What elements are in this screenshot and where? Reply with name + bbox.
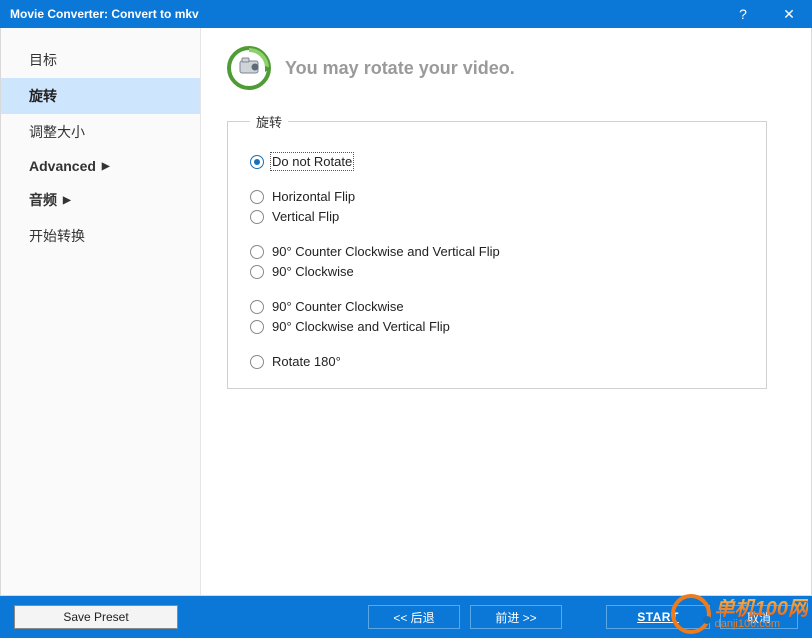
- sidebar-item-label: Advanced: [29, 158, 96, 174]
- page-header: You may rotate your video.: [227, 46, 785, 90]
- save-preset-button[interactable]: Save Preset: [14, 605, 178, 629]
- radio-label: 90° Counter Clockwise and Vertical Flip: [272, 244, 500, 259]
- radio-label: Rotate 180°: [272, 354, 341, 369]
- radio-label: Do not Rotate: [272, 154, 352, 169]
- rotate-option-0[interactable]: Do not Rotate: [250, 154, 750, 169]
- back-button[interactable]: << 后退: [368, 605, 460, 629]
- radio-icon: [250, 320, 264, 334]
- start-button[interactable]: START: [606, 605, 710, 629]
- sidebar-item-4[interactable]: 音频 ▶: [1, 182, 200, 218]
- radio-label: Vertical Flip: [272, 209, 339, 224]
- window-title: Movie Converter: Convert to mkv: [10, 7, 199, 21]
- radio-icon: [250, 155, 264, 169]
- close-button[interactable]: ✕: [766, 0, 812, 28]
- next-button[interactable]: 前进 >>: [470, 605, 562, 629]
- sidebar-item-1[interactable]: 旋转: [1, 78, 200, 114]
- cancel-button[interactable]: 取消: [720, 605, 798, 629]
- sidebar-item-label: 目标: [29, 50, 57, 70]
- content-pane: You may rotate your video. 旋转 Do not Rot…: [201, 28, 811, 595]
- sidebar-item-0[interactable]: 目标: [1, 42, 200, 78]
- chevron-right-icon: ▶: [63, 195, 71, 206]
- chevron-right-icon: ▶: [102, 161, 110, 172]
- main-area: 目标旋转调整大小 Advanced ▶ 音频 ▶ 开始转换 You may rotate …: [0, 28, 812, 596]
- radio-icon: [250, 265, 264, 279]
- sidebar-item-label: 调整大小: [29, 122, 85, 142]
- radio-label: 90° Clockwise: [272, 264, 354, 279]
- radio-icon: [250, 190, 264, 204]
- radio-label: 90° Clockwise and Vertical Flip: [272, 319, 450, 334]
- group-legend: 旋转: [250, 112, 288, 131]
- sidebar-item-2[interactable]: 调整大小: [1, 114, 200, 150]
- radio-icon: [250, 300, 264, 314]
- titlebar: Movie Converter: Convert to mkv ? ✕: [0, 0, 812, 28]
- radio-label: 90° Counter Clockwise: [272, 299, 404, 314]
- rotate-option-5[interactable]: 90° Counter Clockwise: [250, 299, 750, 314]
- page-title: You may rotate your video.: [285, 58, 515, 79]
- radio-icon: [250, 355, 264, 369]
- sidebar-item-label: 音频: [29, 190, 57, 210]
- rotate-option-4[interactable]: 90° Clockwise: [250, 264, 750, 279]
- rotate-option-1[interactable]: Horizontal Flip: [250, 189, 750, 204]
- sidebar-item-label: 旋转: [29, 86, 57, 106]
- rotate-option-3[interactable]: 90° Counter Clockwise and Vertical Flip: [250, 244, 750, 259]
- radio-icon: [250, 245, 264, 259]
- rotate-group: 旋转 Do not Rotate Horizontal Flip Vertical …: [227, 112, 767, 389]
- sidebar-item-5[interactable]: 开始转换: [1, 218, 200, 254]
- rotate-option-7[interactable]: Rotate 180°: [250, 354, 750, 369]
- sidebar-item-3[interactable]: Advanced ▶: [1, 150, 200, 182]
- rotate-option-6[interactable]: 90° Clockwise and Vertical Flip: [250, 319, 750, 334]
- rotate-option-2[interactable]: Vertical Flip: [250, 209, 750, 224]
- rotate-icon: [227, 46, 271, 90]
- radio-icon: [250, 210, 264, 224]
- radio-label: Horizontal Flip: [272, 189, 355, 204]
- help-button[interactable]: ?: [720, 0, 766, 28]
- sidebar: 目标旋转调整大小 Advanced ▶ 音频 ▶ 开始转换: [1, 28, 201, 595]
- footer: Save Preset << 后退 前进 >> START 取消 单机100网 …: [0, 596, 812, 638]
- sidebar-item-label: 开始转换: [29, 226, 85, 246]
